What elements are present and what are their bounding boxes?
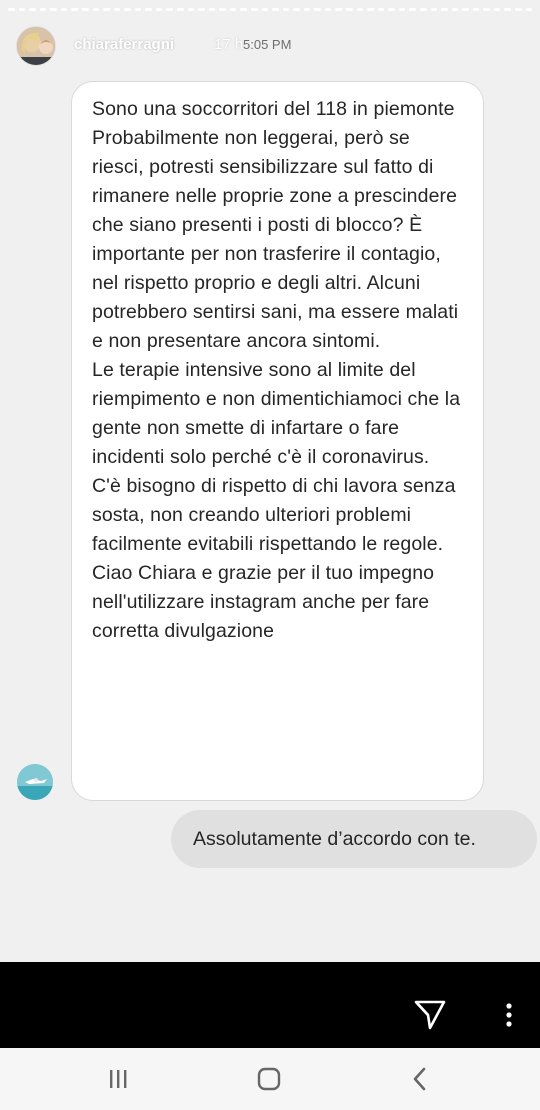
more-vertical-icon[interactable] bbox=[499, 1000, 519, 1030]
message-paragraph: Sono una soccorritori del 118 in piemont… bbox=[92, 98, 455, 120]
reply-message-bubble: Assolutamente d’accordo con te. bbox=[171, 810, 537, 868]
recent-apps-icon[interactable] bbox=[103, 1064, 133, 1094]
back-icon[interactable] bbox=[405, 1064, 435, 1094]
message-paragraph: Le terapie intensive sono al limite del … bbox=[92, 359, 461, 468]
reply-text: Assolutamente d’accordo con te. bbox=[193, 827, 476, 850]
sender-photo bbox=[17, 764, 53, 800]
status-clock: 5:05 PM bbox=[243, 37, 292, 52]
message-paragraph: Ciao Chiara e grazie per il tuo impegno … bbox=[92, 562, 435, 642]
message-paragraph: C'è bisogno di rispetto di chi lavora se… bbox=[92, 475, 456, 555]
home-icon[interactable] bbox=[254, 1064, 284, 1094]
send-icon[interactable] bbox=[413, 997, 447, 1031]
story-view[interactable]: chiaraferragni 17 h 5:05 PM Sono una soc… bbox=[0, 0, 540, 962]
message-paragraph: Probabilmente non leggerai, però se ries… bbox=[92, 127, 459, 352]
story-action-bar bbox=[0, 962, 540, 1048]
story-username[interactable]: chiaraferragni bbox=[74, 36, 174, 53]
sender-avatar[interactable] bbox=[17, 764, 53, 800]
profile-photo bbox=[17, 27, 55, 65]
story-elapsed-time: 17 h bbox=[214, 36, 244, 53]
story-progress-bar bbox=[8, 8, 533, 11]
direct-message-bubble: Sono una soccorritori del 118 in piemont… bbox=[71, 81, 484, 801]
profile-avatar[interactable] bbox=[16, 26, 56, 66]
